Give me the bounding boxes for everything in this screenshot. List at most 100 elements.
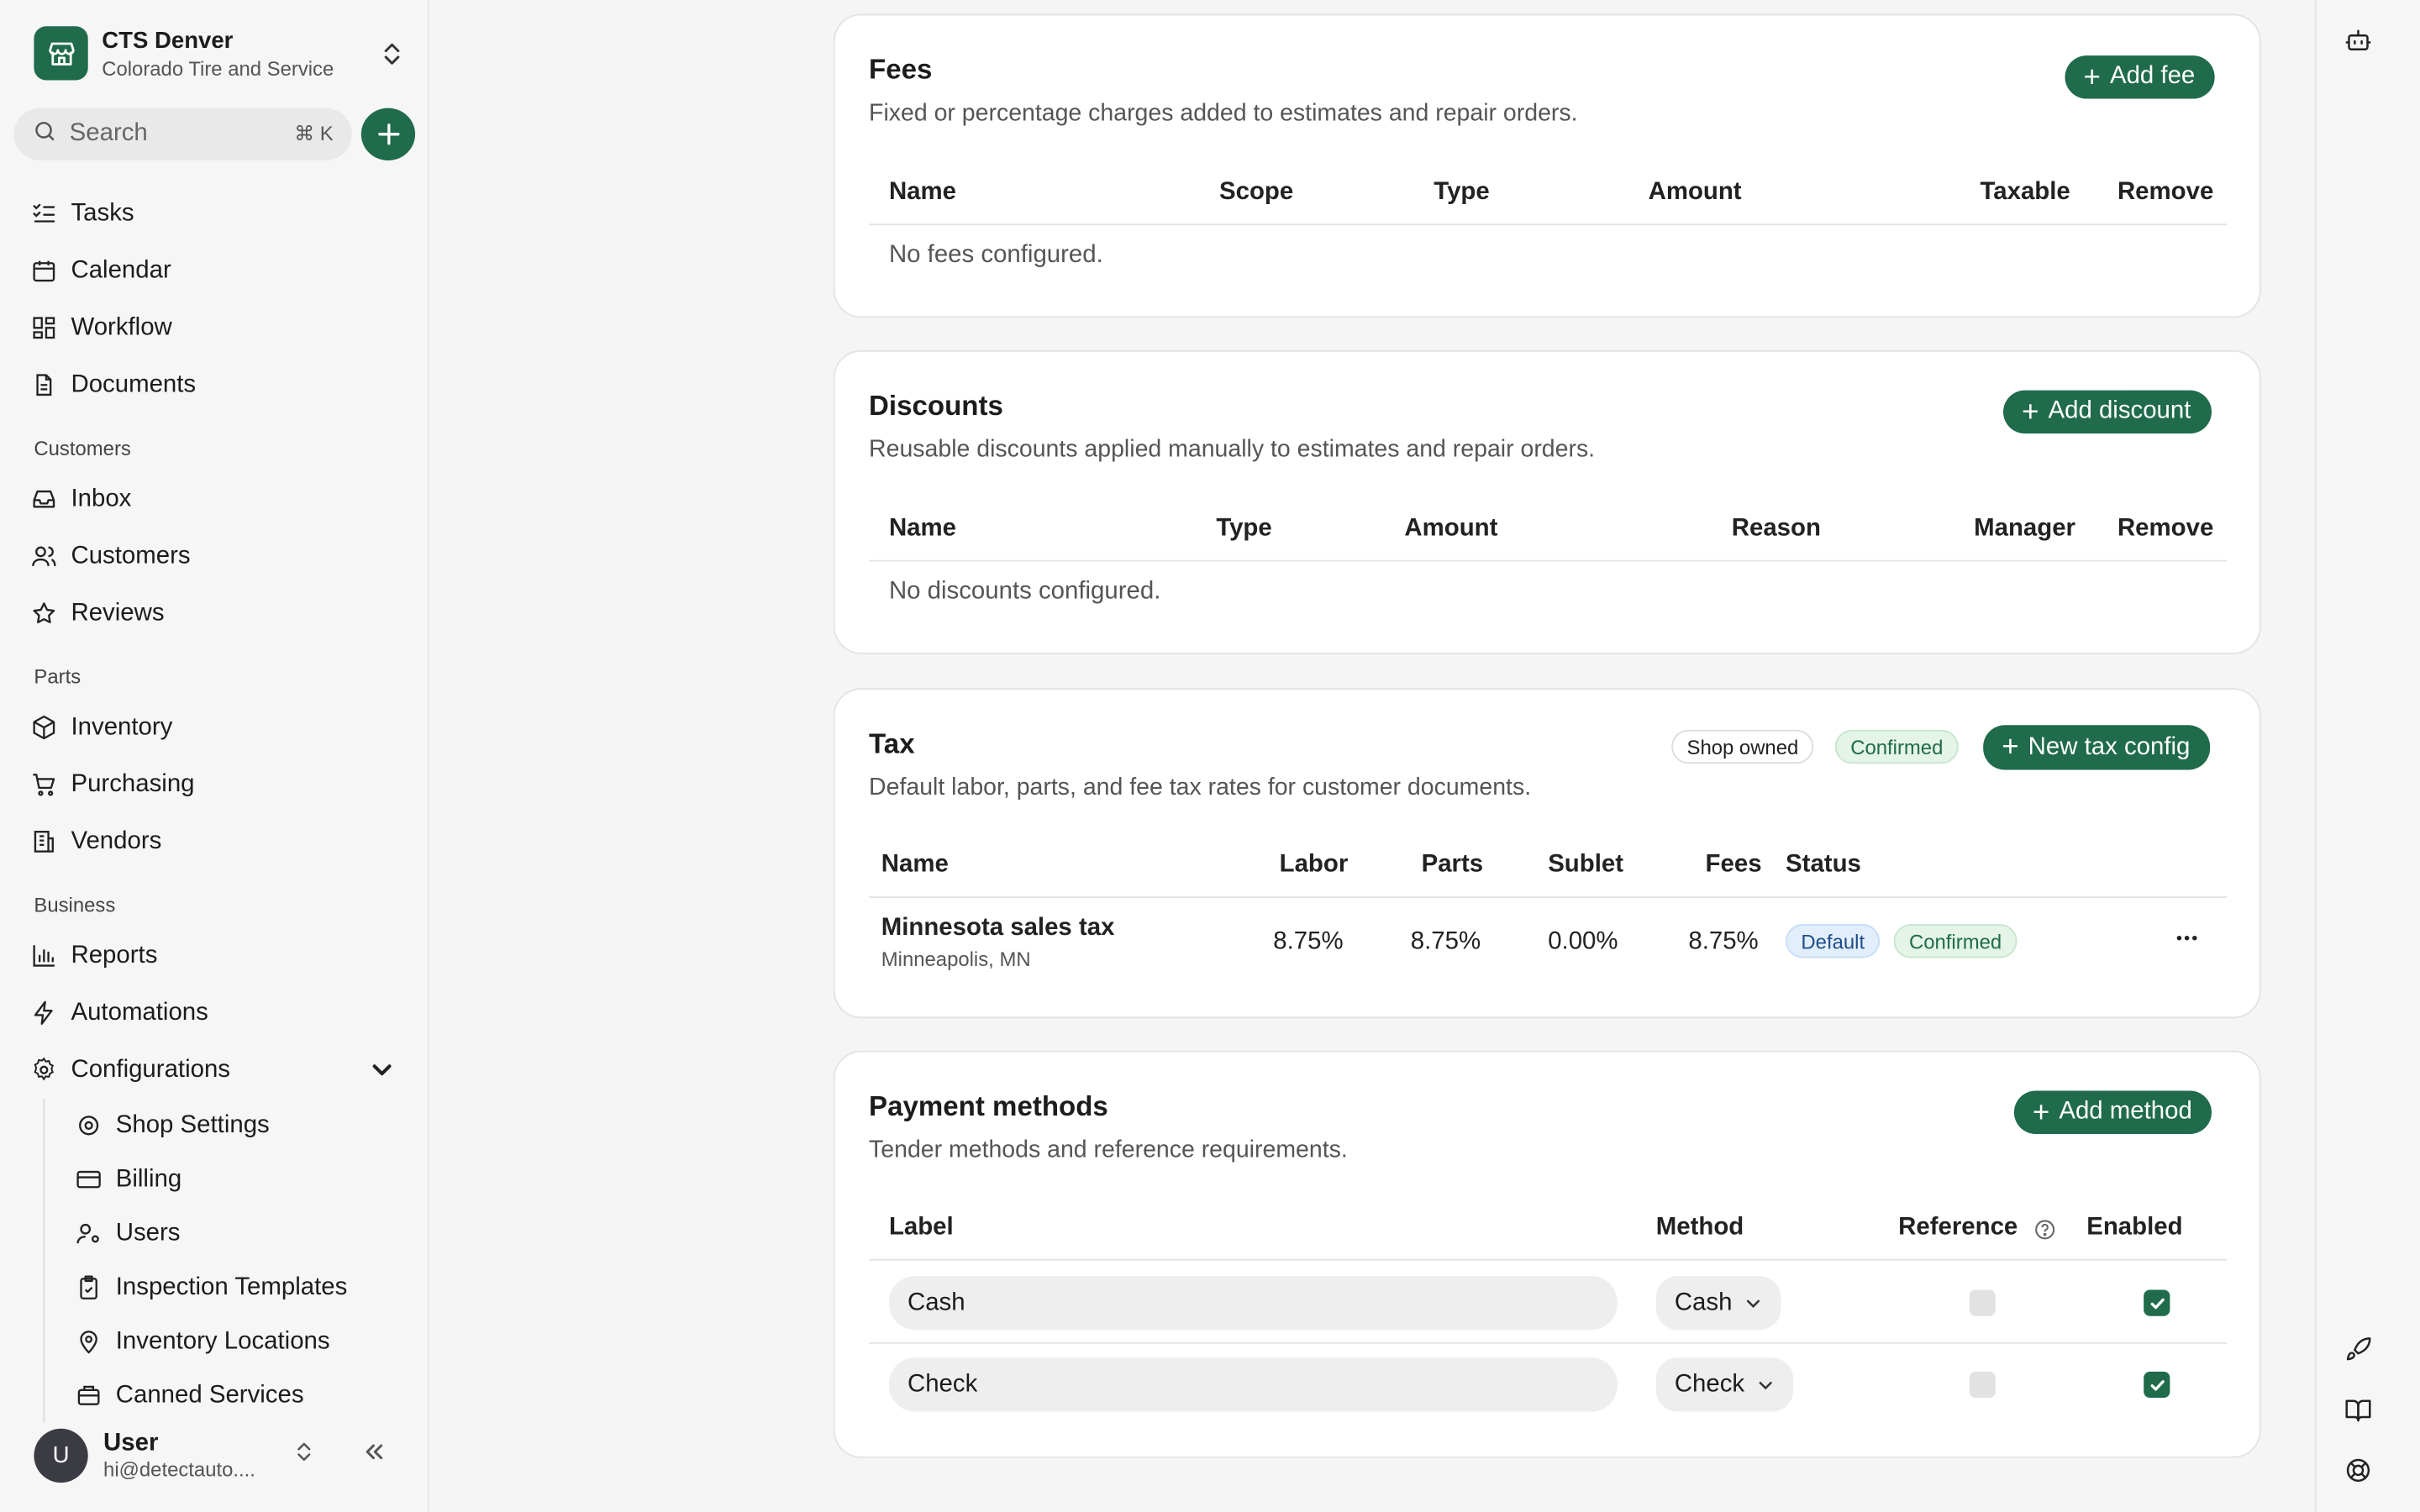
discounts-table-header: Name Type Amount Reason Manager Remove <box>869 503 2228 562</box>
more-horizontal-icon[interactable] <box>2175 926 2199 958</box>
calendar-icon <box>33 260 55 282</box>
new-tax-config-button[interactable]: + New tax config <box>1983 725 2211 770</box>
sidebar-item-billing[interactable]: Billing <box>45 1152 429 1206</box>
payment-method-select[interactable]: Cash <box>1655 1275 1782 1331</box>
store-icon <box>34 26 88 81</box>
discounts-card: Discounts Reusable discounts applied man… <box>833 349 2261 654</box>
discounts-empty-state: No discounts configured. <box>888 578 1161 605</box>
fees-card: Fees Fixed or percentage charges added t… <box>833 13 2261 318</box>
sidebar-item-shop-settings[interactable]: Shop Settings <box>45 1099 429 1152</box>
sidebar-item-customers[interactable]: Customers <box>0 528 429 585</box>
briefcase-icon <box>77 1385 100 1405</box>
sidebar-item-label: Calendar <box>71 256 171 284</box>
column-header: Reference <box>1898 1214 2018 1241</box>
sidebar-item-calendar[interactable]: Calendar <box>0 242 429 299</box>
sidebar-item-inspection-templates[interactable]: Inspection Templates <box>45 1261 429 1315</box>
column-header: Parts <box>1421 851 1484 879</box>
sidebar-item-configurations[interactable]: Configurations <box>0 1042 429 1099</box>
sidebar-item-label: Inspection Templates <box>115 1273 348 1300</box>
default-badge: Default <box>1786 924 1881 958</box>
column-header: Remove <box>2117 179 2214 206</box>
enabled-checkbox[interactable] <box>2144 1289 2170 1316</box>
inbox-icon <box>33 490 55 508</box>
user-menu[interactable]: U User hi@detectauto.... <box>34 1428 404 1483</box>
payment-method-select[interactable]: Check <box>1655 1357 1794 1412</box>
column-header: Remove <box>2117 515 2214 542</box>
tax-title: Tax <box>869 727 915 759</box>
payment-methods-card: Payment methods Tender methods and refer… <box>833 1050 2261 1458</box>
layout-grid-icon <box>33 317 55 339</box>
sidebar-item-automations[interactable]: Automations <box>0 984 429 1042</box>
reference-checkbox[interactable] <box>1969 1289 1996 1316</box>
payment-label-input[interactable]: Cash <box>888 1275 1618 1331</box>
column-header: Sublet <box>1548 851 1624 879</box>
chevron-down-icon <box>1760 1381 1773 1389</box>
column-header: Manager <box>1974 515 2075 542</box>
sidebar-item-workflow[interactable]: Workflow <box>0 299 429 356</box>
package-icon <box>33 715 55 740</box>
book-open-icon[interactable] <box>2344 1396 2372 1424</box>
sidebar-item-label: Reports <box>71 942 158 969</box>
bot-icon[interactable] <box>2344 26 2372 54</box>
quick-add-button[interactable] <box>360 108 416 161</box>
chevron-down-icon <box>1747 1299 1760 1308</box>
sidebar-item-reviews[interactable]: Reviews <box>0 585 429 642</box>
life-buoy-icon[interactable] <box>2344 1457 2372 1484</box>
clipboard-check-icon <box>80 1275 97 1299</box>
gear-icon <box>34 1057 54 1081</box>
org-switcher[interactable]: CTS Denver Colorado Tire and Service <box>34 26 404 81</box>
shop-owned-badge: Shop owned <box>1671 729 1814 764</box>
add-method-button[interactable]: + Add method <box>2013 1090 2212 1134</box>
check-icon <box>2149 1379 2164 1390</box>
sidebar-item-vendors[interactable]: Vendors <box>0 813 429 870</box>
fees-title: Fees <box>869 54 933 86</box>
search-input[interactable]: Search ⌘ K <box>13 108 352 161</box>
sidebar-item-documents[interactable]: Documents <box>0 356 429 413</box>
chevrons-up-down-icon <box>380 38 404 69</box>
sidebar-item-label: Purchasing <box>71 770 195 797</box>
column-header: Name <box>888 515 956 542</box>
section-customers: Customers <box>34 436 131 460</box>
column-header: Type <box>1216 515 1272 542</box>
enabled-checkbox[interactable] <box>2144 1371 2170 1399</box>
payment-methods-title: Payment methods <box>869 1090 1108 1122</box>
collapse-sidebar-icon[interactable] <box>363 1441 385 1470</box>
sidebar-item-purchasing[interactable]: Purchasing <box>0 756 429 813</box>
tax-fees-rate: 8.75% <box>1688 928 1759 955</box>
fees-description: Fixed or percentage charges added to est… <box>869 100 1578 127</box>
payment-label-input[interactable]: Check <box>888 1357 1618 1412</box>
sidebar-item-canned-services[interactable]: Canned Services <box>45 1368 429 1422</box>
sidebar-item-label: Configurations <box>71 1056 230 1083</box>
org-subtitle: Colorado Tire and Service <box>102 56 334 80</box>
sidebar-item-inventory-locations[interactable]: Inventory Locations <box>45 1315 429 1368</box>
column-header: Reason <box>1731 515 1821 542</box>
plus-icon: + <box>2032 1095 2050 1129</box>
row-divider <box>869 1341 2228 1344</box>
sidebar-nav: Tasks Calendar Workflow Documents Custom… <box>0 185 429 1423</box>
sidebar-item-users[interactable]: Users <box>45 1206 429 1260</box>
add-discount-button[interactable]: + Add discount <box>2003 390 2212 434</box>
reference-checkbox[interactable] <box>1969 1371 1996 1399</box>
column-header: Label <box>888 1214 954 1241</box>
chevrons-up-down-icon <box>295 1440 313 1473</box>
section-parts: Parts <box>34 664 82 689</box>
sidebar-item-tasks[interactable]: Tasks <box>0 185 429 242</box>
confirmed-badge: Confirmed <box>1834 729 1959 764</box>
star-icon <box>33 602 55 624</box>
sidebar-item-label: Inventory Locations <box>115 1327 330 1354</box>
column-header: Enabled <box>2086 1214 2183 1241</box>
sidebar-item-inbox[interactable]: Inbox <box>0 470 429 528</box>
sidebar-item-reports[interactable]: Reports <box>0 927 429 984</box>
plus-icon: + <box>2002 731 2019 764</box>
sidebar-item-inventory[interactable]: Inventory <box>0 699 429 756</box>
plus-icon: + <box>2022 396 2039 428</box>
user-name: User <box>103 1430 159 1457</box>
rocket-icon[interactable] <box>2344 1336 2372 1364</box>
sidebar-item-label: Inbox <box>71 485 132 512</box>
user-email: hi@detectauto.... <box>103 1457 255 1482</box>
sidebar-item-label: Reviews <box>71 599 165 626</box>
chevron-down-icon <box>372 1064 392 1076</box>
help-circle-icon[interactable] <box>2034 1219 2056 1248</box>
tax-location: Minneapolis, MN <box>881 947 1031 971</box>
add-fee-button[interactable]: + Add fee <box>2065 55 2216 99</box>
